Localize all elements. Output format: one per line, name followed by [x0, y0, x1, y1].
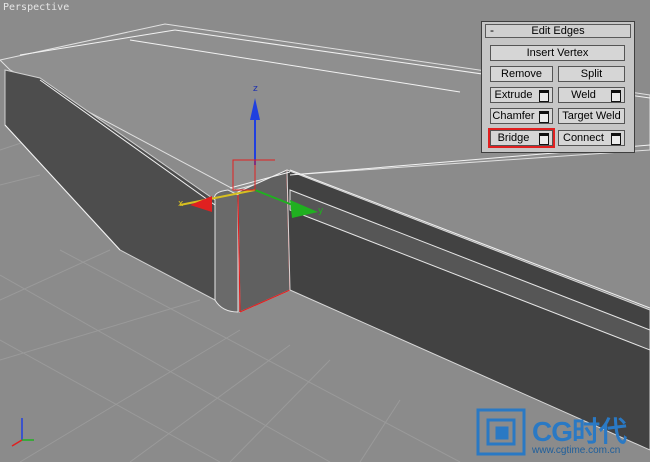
insert-vertex-button[interactable]: Insert Vertex: [490, 45, 625, 61]
split-label: Split: [580, 68, 603, 80]
edit-edges-panel: - Edit Edges Insert Vertex Remove Split …: [481, 21, 635, 153]
bar-rounded-corner: [214, 189, 239, 313]
insert-vertex-label: Insert Vertex: [526, 47, 589, 59]
remove-button[interactable]: Remove: [490, 66, 553, 82]
remove-label: Remove: [501, 68, 542, 80]
gizmo-x-label: x: [178, 199, 184, 209]
chamfer-settings-icon[interactable]: [539, 111, 549, 123]
split-button[interactable]: Split: [558, 66, 625, 82]
logo-url: www.cgtime.com.cn: [532, 445, 621, 456]
viewport-label[interactable]: Perspective: [3, 2, 69, 13]
gizmo-y-label: y: [318, 206, 324, 216]
weld-settings-icon[interactable]: [611, 90, 621, 102]
weld-label: Weld: [571, 89, 596, 101]
connect-button[interactable]: Connect: [558, 130, 625, 146]
axis-tripod-icon: [11, 418, 34, 447]
bridge-label: Bridge: [497, 132, 530, 144]
chamfer-button[interactable]: Chamfer: [490, 108, 553, 124]
perspective-viewport[interactable]: Perspective z x y - Edit Edges Insert Ve…: [0, 0, 650, 462]
extrude-label: Extrude: [494, 89, 533, 101]
watermark-logo: CG时代 www.cgtime.com.cn: [474, 404, 650, 462]
weld-button[interactable]: Weld: [558, 87, 625, 103]
bridge-settings-icon[interactable]: [539, 133, 549, 145]
target-weld-button[interactable]: Target Weld: [558, 108, 625, 124]
rollout-header[interactable]: - Edit Edges: [485, 23, 631, 38]
connect-label: Connect: [563, 132, 604, 144]
extrude-button[interactable]: Extrude: [490, 87, 553, 103]
target-weld-label: Target Weld: [562, 110, 621, 122]
gizmo-z-label: z: [253, 84, 258, 94]
extrude-settings-icon[interactable]: [539, 90, 549, 102]
rollout-title: Edit Edges: [531, 25, 585, 37]
chamfer-label: Chamfer: [492, 110, 535, 122]
bridge-button[interactable]: Bridge: [488, 128, 555, 148]
connect-settings-icon[interactable]: [611, 133, 621, 145]
logo-text: CG时代: [532, 416, 627, 447]
